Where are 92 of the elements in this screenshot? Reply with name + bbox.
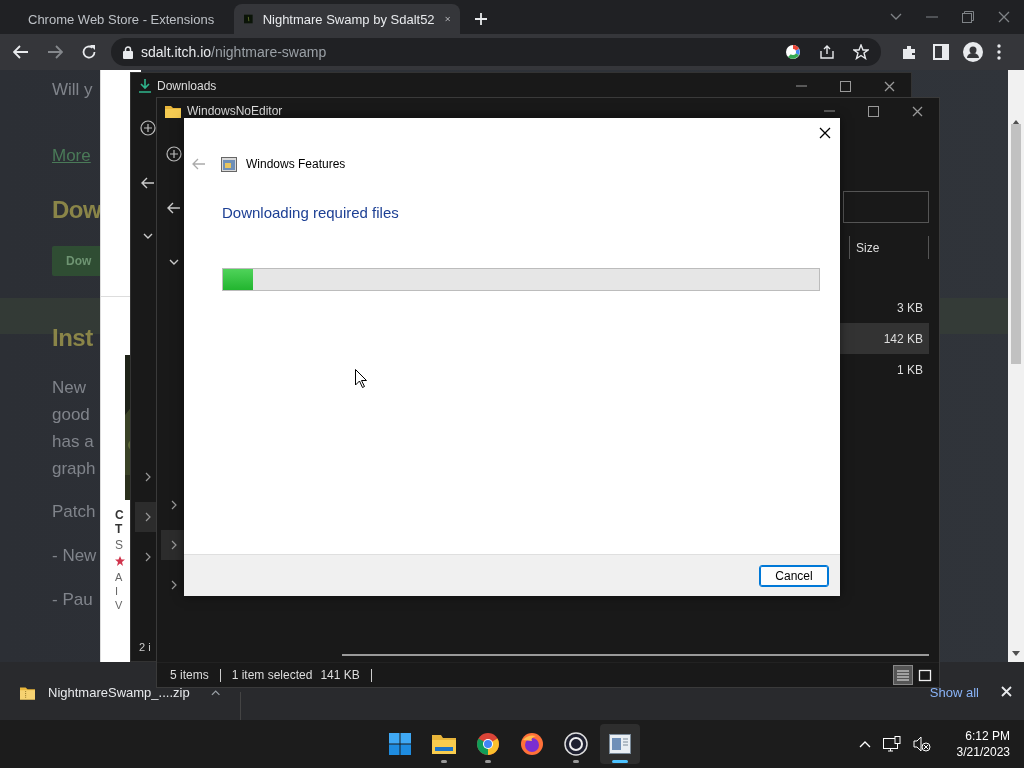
menu-icon[interactable] xyxy=(997,44,1001,60)
status-text: 141 KB xyxy=(320,668,360,682)
back-icon[interactable] xyxy=(167,202,181,214)
status-text: 1 item selected xyxy=(231,668,313,682)
muted-speaker-icon[interactable] xyxy=(912,736,931,752)
card-text: V xyxy=(115,598,124,612)
size-cell[interactable]: 142 KB xyxy=(839,323,929,354)
card-text: T xyxy=(115,522,124,536)
restore-icon[interactable] xyxy=(962,11,974,23)
folder-icon xyxy=(165,104,181,118)
page-text: - New xyxy=(52,545,97,567)
chevron-right-icon[interactable] xyxy=(171,580,177,590)
chevron-right-icon[interactable] xyxy=(145,472,151,482)
card-text: A xyxy=(115,570,124,584)
back-icon xyxy=(192,158,206,170)
side-panel-icon[interactable] xyxy=(933,44,949,60)
scrollbar[interactable] xyxy=(1008,70,1024,662)
chevron-right-icon[interactable] xyxy=(171,540,177,550)
close-icon[interactable] xyxy=(884,80,895,92)
new-tab-icon[interactable] xyxy=(474,12,488,26)
page-text: good xyxy=(52,404,90,426)
close-icon[interactable] xyxy=(912,105,923,117)
address-bar[interactable]: sdalt.itch.io/nightmare-swamp xyxy=(111,38,881,66)
window-title: WindowsNoEditor xyxy=(187,104,283,118)
scroll-down-icon[interactable] xyxy=(1012,651,1020,656)
browser-tab[interactable]: Nightmare Swamp by Sdalt52 xyxy=(234,4,460,34)
cancel-button[interactable]: Cancel xyxy=(759,564,829,587)
lock-icon xyxy=(123,45,133,59)
size-cell[interactable]: 3 KB xyxy=(839,292,929,323)
running-indicator xyxy=(612,760,628,763)
window-title: Downloads xyxy=(157,79,217,93)
chevron-right-icon[interactable] xyxy=(145,512,151,522)
page-heading: Inst xyxy=(52,324,93,352)
status-text: 2 i xyxy=(139,641,151,653)
folder-icon[interactable] xyxy=(432,734,456,754)
running-indicator xyxy=(441,760,447,763)
share-icon[interactable] xyxy=(819,44,835,60)
monitor-icon[interactable] xyxy=(882,736,901,752)
page-text: graph xyxy=(52,458,96,480)
clock-date[interactable]: 3/21/2023 xyxy=(956,744,1010,760)
download-item[interactable]: NightmareSwamp_....zip xyxy=(0,685,220,700)
running-indicator xyxy=(485,760,491,763)
card-text: C xyxy=(115,508,125,522)
list-icon xyxy=(896,668,910,682)
profile-icon[interactable] xyxy=(963,42,983,62)
download-icon xyxy=(139,79,151,93)
scroll-thumb[interactable] xyxy=(1011,124,1021,364)
square-icon xyxy=(918,668,932,682)
chrome-icon[interactable] xyxy=(476,732,500,756)
star-icon xyxy=(115,556,125,566)
maximize-icon[interactable] xyxy=(840,80,851,92)
close-icon[interactable] xyxy=(819,127,831,139)
back-icon[interactable] xyxy=(13,45,29,59)
chevron-right-icon[interactable] xyxy=(171,500,177,510)
page-heading: Dow xyxy=(52,196,102,224)
add-icon[interactable] xyxy=(166,146,182,162)
page-text: New xyxy=(52,377,86,399)
reload-icon[interactable] xyxy=(81,44,97,60)
forward-icon xyxy=(47,45,63,59)
maximize-icon[interactable] xyxy=(868,105,879,117)
browser-tab[interactable]: Chrome Web Store - Extensions xyxy=(8,4,234,34)
card-text: I xyxy=(115,584,120,598)
status-text: 5 items xyxy=(170,668,209,682)
page-text: Will y xyxy=(52,79,93,101)
page-text: Patch xyxy=(52,501,96,523)
chevron-down-icon[interactable] xyxy=(169,259,179,265)
page-text: - Pau xyxy=(52,589,93,611)
tab-search-icon[interactable] xyxy=(890,13,902,21)
taskbar-button[interactable] xyxy=(600,724,640,764)
url-text: sdalt.itch.io/nightmare-swamp xyxy=(141,44,328,60)
star-icon[interactable] xyxy=(853,44,869,60)
mouse-cursor-icon xyxy=(355,369,367,388)
back-icon[interactable] xyxy=(141,177,155,189)
add-icon[interactable] xyxy=(140,120,156,136)
show-all-link[interactable]: Show all xyxy=(929,685,979,700)
firefox-icon[interactable] xyxy=(520,732,544,756)
circle-logo-icon[interactable] xyxy=(564,732,588,756)
size-cell[interactable]: 1 KB xyxy=(839,354,929,385)
extensions-icon[interactable] xyxy=(901,44,917,60)
address-field[interactable] xyxy=(843,191,929,223)
chevron-down-icon[interactable] xyxy=(143,233,153,239)
page-text: has a xyxy=(52,431,94,453)
dialog-heading: Downloading required files xyxy=(222,204,400,221)
chevron-right-icon[interactable] xyxy=(145,552,151,562)
column-header[interactable]: Size xyxy=(849,236,929,259)
zip-icon xyxy=(20,685,35,700)
horizontal-scrollbar[interactable] xyxy=(342,654,929,656)
dialog-title: Windows Features xyxy=(246,157,346,171)
start-icon[interactable] xyxy=(389,733,411,755)
running-indicator xyxy=(573,760,579,763)
card-text: S xyxy=(115,538,124,552)
clock-time[interactable]: 6:12 PM xyxy=(965,728,1010,744)
